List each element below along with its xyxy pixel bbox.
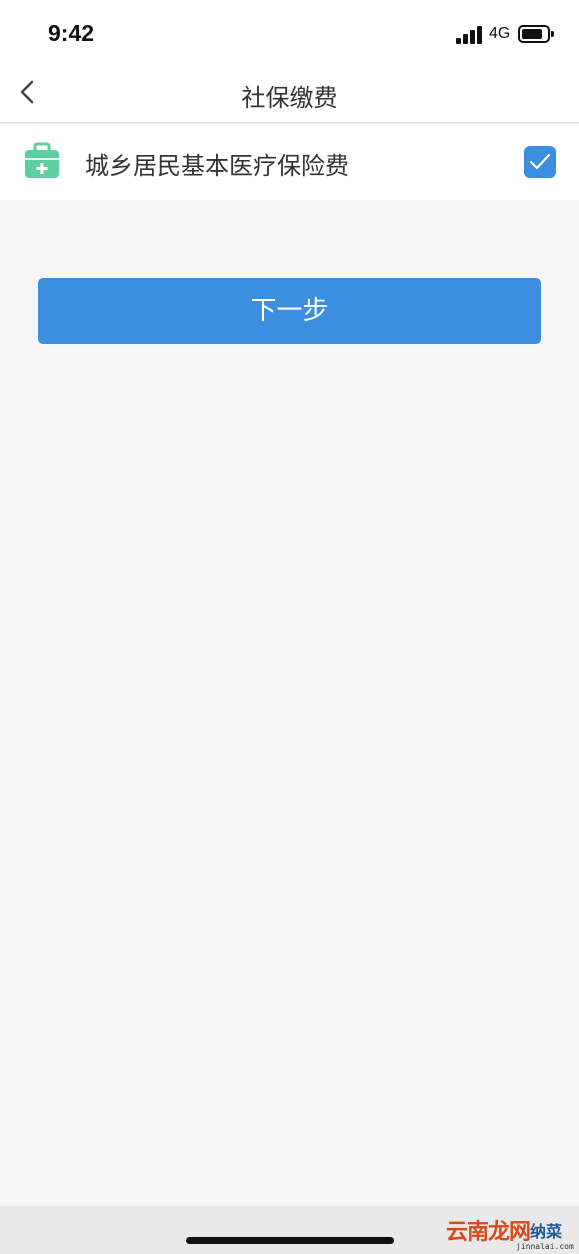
checkmark-icon [529,153,551,170]
insurance-item-row[interactable]: 城乡居民基本医疗保险费 [0,124,579,200]
home-indicator[interactable] [186,1237,394,1244]
status-time: 9:42 [48,20,95,46]
home-bar-area: 云南龙网 纳菜 jinnalai.com [0,1206,579,1254]
watermark-logo: 云南龙网 纳菜 jinnalai.com [440,1212,579,1254]
status-bar: 9:42 4G [0,0,579,66]
watermark-text-side: 纳菜 [530,1222,563,1241]
network-type: 4G [489,25,511,42]
nav-bar: 社保缴费 [0,66,579,123]
medical-kit-icon [25,142,59,178]
next-step-button[interactable]: 下一步 [38,278,541,344]
page-title: 社保缴费 [241,84,338,112]
signal-icon [456,26,484,44]
battery-icon [518,25,554,43]
insurance-item-label: 城乡居民基本医疗保险费 [85,152,349,180]
insurance-checkbox[interactable] [524,146,556,178]
watermark-url: jinnalai.com [516,1242,574,1251]
